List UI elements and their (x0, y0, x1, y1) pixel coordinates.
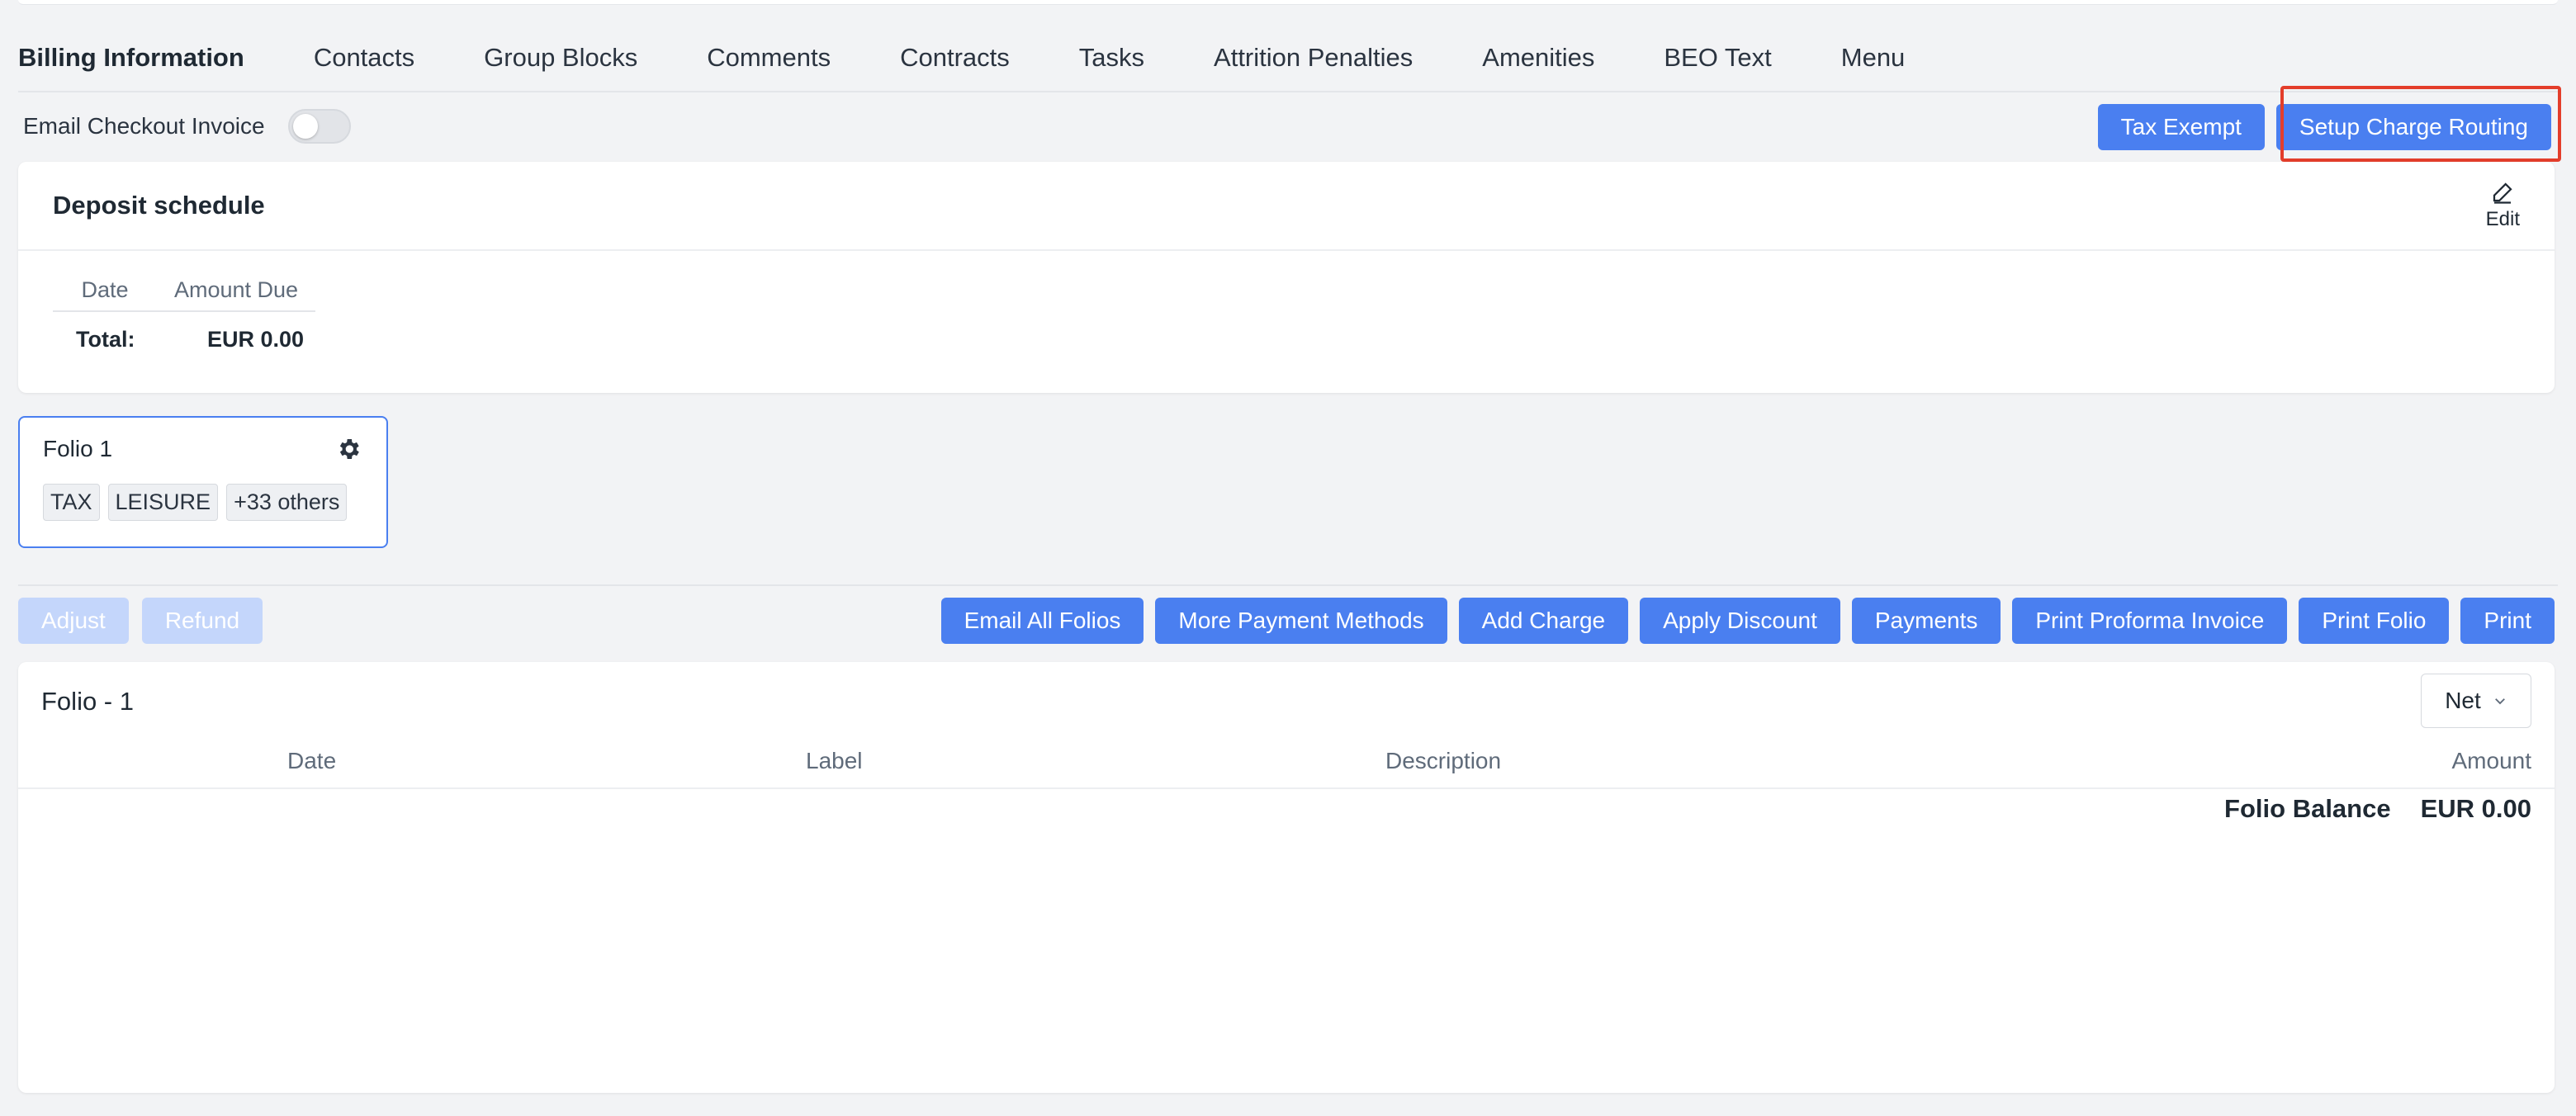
refund-button[interactable]: Refund (141, 598, 263, 644)
tab-comments[interactable]: Comments (672, 43, 865, 73)
deposit-col-date: Date (81, 277, 129, 302)
tab-beo-text[interactable]: BEO Text (1629, 43, 1806, 73)
print-proforma-invoice-button[interactable]: Print Proforma Invoice (2012, 598, 2288, 644)
deposit-schedule-card: Deposit schedule Edit Date Amount Due To… (18, 162, 2555, 393)
deposit-total-row: Total: EUR 0.00 (53, 312, 315, 366)
folio-table-header: Date Label Description Amount (18, 740, 2555, 789)
print-button[interactable]: Print (2460, 598, 2555, 644)
folio-tags: TAX LEISURE +33 others (43, 484, 348, 521)
tab-tasks[interactable]: Tasks (1044, 43, 1179, 73)
deposit-total-label: Total: (76, 326, 135, 352)
folio-left-actions: Adjust Refund (18, 598, 263, 644)
deposit-table-header: Date Amount Due (53, 269, 315, 312)
pencil-icon (2493, 182, 2512, 204)
tab-menu[interactable]: Menu (1807, 43, 1940, 73)
edit-label: Edit (2485, 208, 2520, 230)
email-checkout-toggle[interactable] (287, 109, 351, 144)
payments-button[interactable]: Payments (1851, 598, 2001, 644)
more-payment-methods-button[interactable]: More Payment Methods (1155, 598, 1447, 644)
folio-col-date: Date (287, 748, 337, 773)
print-folio-button[interactable]: Print Folio (2299, 598, 2450, 644)
folio-detail-card: Folio - 1 Net Date Label Description Amo… (18, 662, 2555, 1093)
billing-page: Billing Information Contacts Group Block… (0, 0, 2576, 1116)
toggle-knob (292, 114, 318, 139)
deposit-col-amount-due: Amount Due (173, 277, 299, 302)
deposit-title: Deposit schedule (53, 191, 265, 220)
tab-billing-information[interactable]: Billing Information (18, 43, 279, 73)
apply-discount-button[interactable]: Apply Discount (1640, 598, 1840, 644)
tab-attrition-penalties[interactable]: Attrition Penalties (1179, 43, 1447, 73)
view-select-value: Net (2445, 688, 2481, 713)
folio-tag: LEISURE (107, 484, 219, 521)
deposit-total-value: EUR 0.00 (206, 326, 304, 352)
adjust-button[interactable]: Adjust (18, 598, 129, 644)
tab-amenities[interactable]: Amenities (1447, 43, 1629, 73)
top-card-edge (18, 0, 2558, 5)
deposit-header: Deposit schedule Edit (18, 162, 2555, 251)
view-select[interactable]: Net (2421, 674, 2531, 728)
tab-contracts[interactable]: Contracts (865, 43, 1044, 73)
email-checkout-row: Email Checkout Invoice (23, 109, 351, 144)
folio-balance-value: EUR 0.00 (2420, 794, 2531, 823)
edit-button[interactable]: Edit (2486, 180, 2520, 231)
folio-balance-label: Folio Balance (2224, 794, 2391, 823)
tab-bar: Billing Information Contacts Group Block… (18, 31, 1939, 84)
folio-right-actions: Email All Folios More Payment Methods Ad… (940, 598, 2555, 644)
folio-balance: Folio Balance EUR 0.00 (2224, 794, 2531, 824)
tab-divider (18, 91, 2558, 92)
folio-detail-title: Folio - 1 (41, 687, 134, 716)
email-checkout-label: Email Checkout Invoice (23, 113, 265, 139)
folio-name: Folio 1 (43, 436, 113, 461)
setup-charge-routing-button[interactable]: Setup Charge Routing (2275, 104, 2551, 150)
gear-icon[interactable] (335, 436, 362, 462)
deposit-table: Date Amount Due Total: EUR 0.00 (53, 269, 315, 366)
tax-exempt-button[interactable]: Tax Exempt (2097, 104, 2265, 150)
folio-card[interactable]: Folio 1 TAX LEISURE +33 others (18, 416, 388, 548)
tab-group-blocks[interactable]: Group Blocks (449, 43, 672, 73)
top-actions: Tax Exempt Setup Charge Routing (2097, 104, 2551, 150)
folio-col-description: Description (1385, 748, 1502, 773)
add-charge-button[interactable]: Add Charge (1458, 598, 1629, 644)
folio-tag-more[interactable]: +33 others (226, 484, 348, 521)
folio-tag: TAX (43, 484, 100, 521)
folio-col-amount: Amount (2451, 748, 2532, 773)
section-divider (18, 584, 2558, 586)
email-all-folios-button[interactable]: Email All Folios (940, 598, 1144, 644)
folio-col-label: Label (806, 748, 863, 773)
tab-contacts[interactable]: Contacts (279, 43, 449, 73)
chevron-down-icon (2494, 698, 2505, 705)
